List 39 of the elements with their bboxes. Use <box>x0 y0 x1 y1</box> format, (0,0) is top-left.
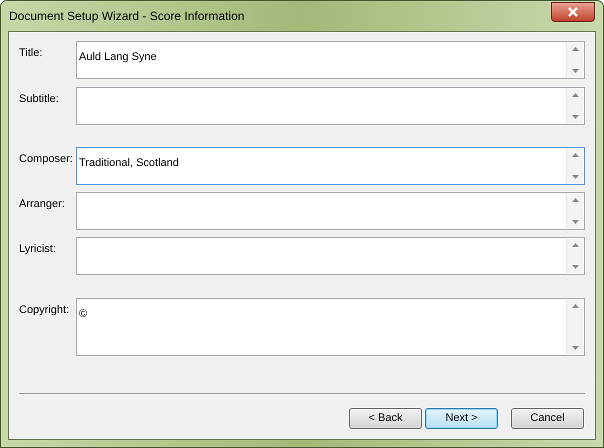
scroll-down-icon[interactable] <box>572 175 578 179</box>
scrollbar[interactable] <box>566 89 583 123</box>
scrollbar[interactable] <box>566 194 583 228</box>
scroll-down-icon[interactable] <box>572 220 578 224</box>
scrollbar[interactable] <box>566 43 583 77</box>
wizard-button[interactable]: Next > <box>425 408 498 429</box>
field-text: Auld Lang Syne <box>79 51 157 63</box>
scroll-down-icon[interactable] <box>572 69 578 73</box>
field-text: Traditional, Scotland <box>79 157 179 169</box>
scroll-up-icon[interactable] <box>572 93 578 97</box>
text-field[interactable]: © <box>76 298 585 356</box>
window-title: Document Setup Wizard - Score Information <box>9 8 244 25</box>
scrollbar[interactable] <box>566 239 583 273</box>
text-field[interactable] <box>76 237 585 275</box>
field-label: Copyright: <box>19 303 70 318</box>
field-label: Composer: <box>19 152 74 167</box>
field-label: Arranger: <box>19 197 66 212</box>
scrollbar[interactable] <box>566 149 583 183</box>
wizard-button[interactable]: < Back <box>349 408 422 429</box>
text-field[interactable]: Traditional, Scotland <box>76 147 585 185</box>
scroll-down-icon[interactable] <box>572 115 578 119</box>
scroll-down-icon[interactable] <box>572 346 578 350</box>
close-icon <box>567 6 579 16</box>
field-text: © <box>79 308 88 320</box>
scroll-up-icon[interactable] <box>572 198 578 202</box>
scroll-up-icon[interactable] <box>572 47 578 51</box>
scroll-up-icon[interactable] <box>572 243 578 247</box>
field-label: Title: <box>19 46 44 61</box>
scroll-down-icon[interactable] <box>572 265 578 269</box>
text-field[interactable]: Auld Lang Syne <box>76 41 585 79</box>
field-label: Lyricist: <box>19 242 57 257</box>
text-field[interactable] <box>76 192 585 230</box>
scroll-up-icon[interactable] <box>572 153 578 157</box>
scroll-up-icon[interactable] <box>572 304 578 308</box>
wizard-button[interactable]: Cancel <box>511 408 584 429</box>
close-button[interactable] <box>551 2 595 22</box>
text-field[interactable] <box>76 87 585 125</box>
field-label: Subtitle: <box>19 92 60 107</box>
scrollbar[interactable] <box>566 300 583 354</box>
